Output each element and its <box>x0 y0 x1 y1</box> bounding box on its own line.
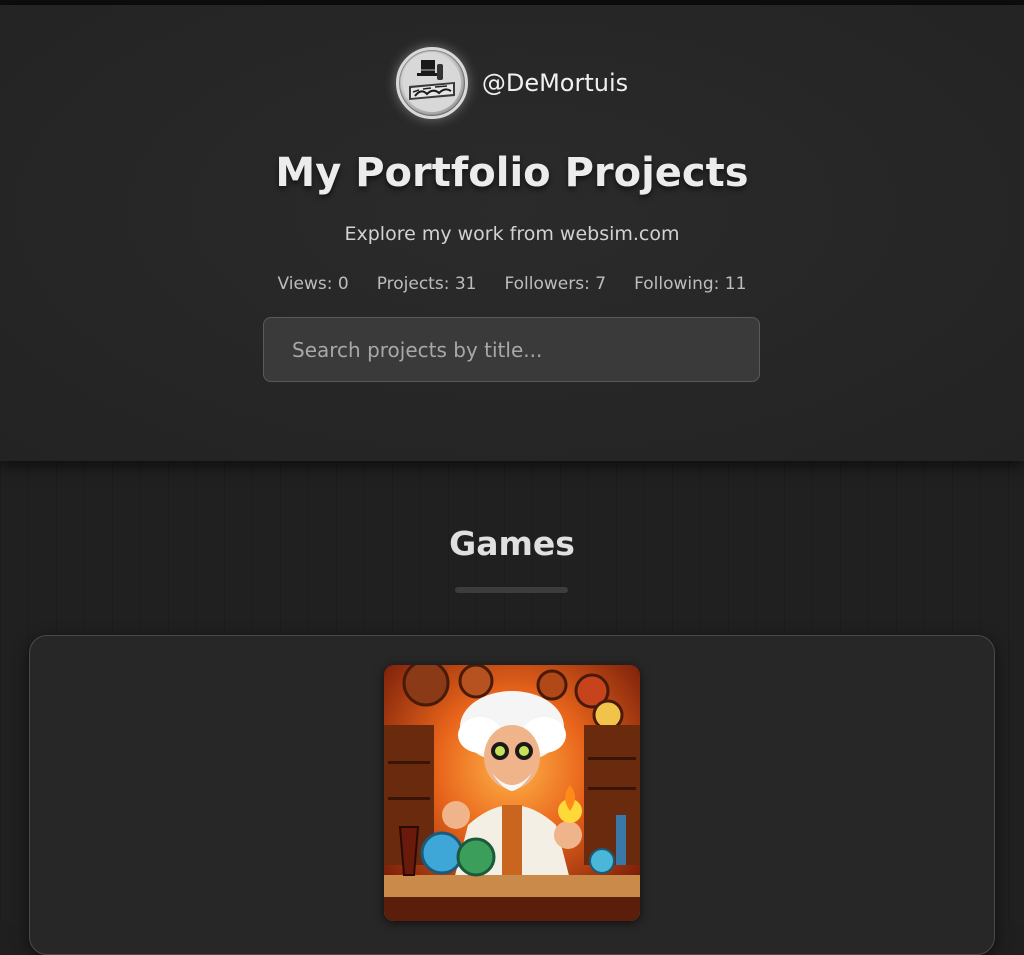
profile: @DeMortuis <box>0 47 1024 119</box>
profile-stats: Views: 0 Projects: 31 Followers: 7 Follo… <box>0 274 1024 294</box>
project-thumbnail[interactable] <box>384 665 640 921</box>
mad-scientist-illustration <box>384 665 640 921</box>
avatar[interactable] <box>395 47 468 119</box>
username[interactable]: @DeMortuis <box>482 69 628 97</box>
stat-followers: Followers: 7 <box>504 274 607 294</box>
section-underline <box>455 587 568 593</box>
search-input[interactable] <box>263 317 760 382</box>
section-title-games: Games <box>449 524 575 563</box>
page-subtitle: Explore my work from websim.com <box>344 223 680 245</box>
portfolio-header: @DeMortuis My Portfolio Projects Explore… <box>0 5 1024 461</box>
top-hat-logo-icon <box>402 54 461 112</box>
stat-projects: Projects: 31 <box>376 274 477 294</box>
projects-main: Games <box>0 461 1024 955</box>
stat-views: Views: 0 <box>277 274 349 294</box>
project-card[interactable] <box>29 635 995 955</box>
page-title: My Portfolio Projects <box>275 150 749 196</box>
stat-following: Following: 11 <box>634 274 747 294</box>
